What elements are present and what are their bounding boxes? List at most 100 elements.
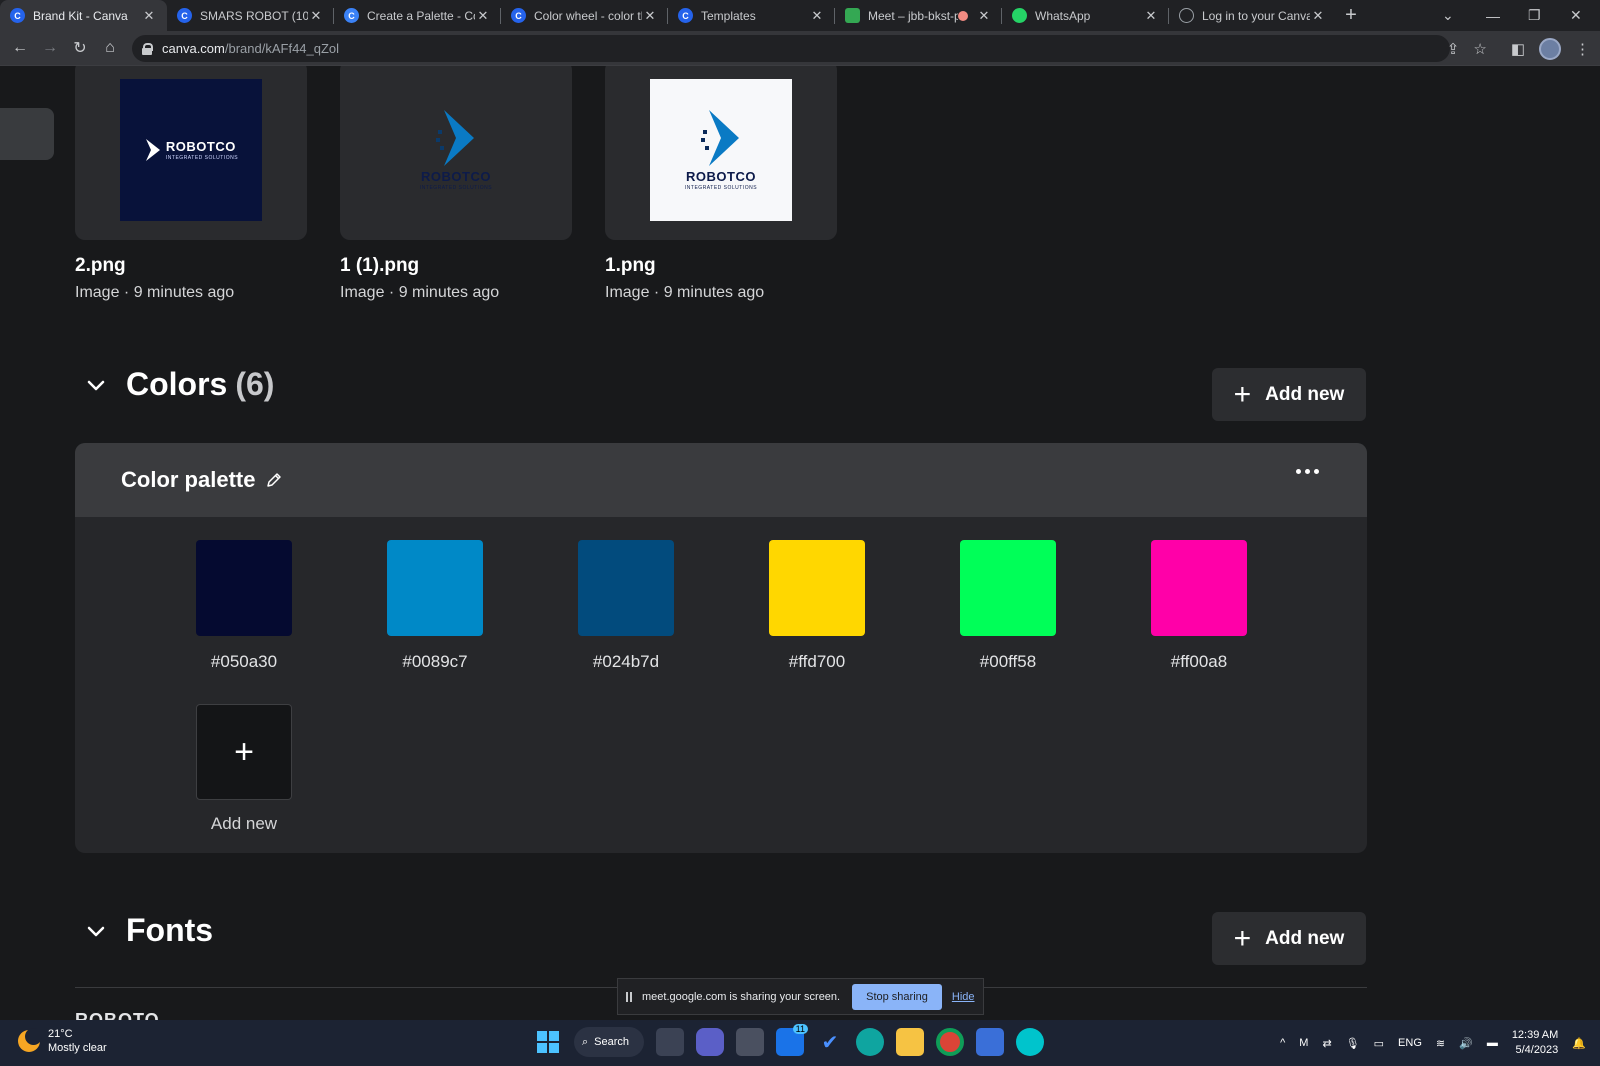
clock-date: 5/4/2023 — [1515, 1044, 1559, 1056]
chevron-down-icon[interactable] — [84, 919, 108, 943]
close-icon[interactable]: ✕ — [141, 8, 157, 24]
browser-toolbar: ← → ↻ ⌂ canva.com/brand/kAFf44_qZol ⇪ ☆ … — [0, 31, 1600, 66]
logo-text: ROBOTCO — [686, 168, 756, 184]
fonts-section-header[interactable]: Fonts — [84, 912, 213, 949]
tab-meet[interactable]: Meet – jbb-bkst-p ✕ — [835, 0, 1002, 31]
close-icon[interactable]: ✕ — [642, 8, 658, 24]
close-icon[interactable]: ✕ — [475, 8, 491, 24]
notification-icon[interactable]: 🔔 — [1572, 1037, 1586, 1050]
logo-thumbnail: ROBOTCO INTEGRATED SOLUTIONS — [385, 79, 527, 221]
asset-name: 1 (1).png — [340, 255, 420, 276]
asset-card[interactable]: ROBOTCO INTEGRATED SOLUTIONS — [75, 66, 307, 240]
colors-section-header[interactable]: Colors (6) — [84, 366, 274, 403]
calculator-icon[interactable] — [736, 1028, 764, 1056]
tab-label: WhatsApp — [1035, 8, 1091, 23]
font-preview[interactable]: ROBOTO — [75, 1010, 160, 1020]
tab-canva-login[interactable]: Log in to your Canva a ✕ — [1169, 0, 1336, 31]
sync-icon[interactable]: ⇄ — [1322, 1037, 1331, 1050]
close-icon[interactable]: ✕ — [976, 8, 992, 24]
palette-title[interactable]: Color palette — [121, 467, 255, 493]
wifi-icon[interactable]: ≋ — [1436, 1037, 1445, 1050]
color-swatch[interactable] — [769, 540, 865, 636]
new-tab-button[interactable]: + — [1336, 0, 1366, 31]
sidebar-collapsed-tab[interactable] — [0, 108, 54, 160]
robotco-chevron-icon — [436, 109, 474, 166]
pencil-icon[interactable] — [265, 471, 283, 489]
window-close-icon[interactable]: ✕ — [1570, 0, 1582, 31]
volume-icon[interactable]: 🔊 — [1459, 1037, 1473, 1050]
add-color-swatch-button[interactable]: + — [196, 704, 292, 800]
whatsapp-icon — [1012, 8, 1027, 23]
close-icon[interactable]: ✕ — [1143, 8, 1159, 24]
close-icon[interactable]: ✕ — [809, 8, 825, 24]
mail-icon[interactable]: 11 — [776, 1024, 808, 1056]
add-color-button[interactable]: + Add new — [1212, 368, 1366, 421]
minimize-icon[interactable]: — — [1486, 0, 1500, 31]
asset-card[interactable]: ROBOTCO INTEGRATED SOLUTIONS — [605, 66, 837, 240]
chevron-up-icon[interactable]: ^ — [1280, 1037, 1285, 1049]
clock[interactable]: 12:39 AM 5/4/2023 — [1512, 1028, 1558, 1058]
chevron-down-icon[interactable] — [84, 373, 108, 397]
asset-meta: Image · 9 minutes ago — [340, 284, 500, 301]
tab-templates[interactable]: C Templates ✕ — [668, 0, 835, 31]
language-indicator[interactable]: ENG — [1398, 1037, 1422, 1049]
palette-header: Color palette — [75, 443, 1367, 517]
more-menu-icon[interactable]: ⋮ — [1575, 40, 1590, 58]
lock-icon — [142, 42, 153, 55]
reload-icon[interactable]: ↻ — [65, 38, 95, 58]
gmail-icon[interactable]: M — [1299, 1037, 1308, 1049]
edge-icon[interactable] — [856, 1028, 884, 1056]
add-new-label: Add new — [1265, 927, 1345, 949]
asset-meta: Image · 9 minutes ago — [75, 284, 235, 301]
todo-icon[interactable]: ✔ — [816, 1028, 844, 1056]
canva-app-icon[interactable] — [1016, 1028, 1044, 1056]
close-icon[interactable]: ✕ — [1310, 8, 1326, 24]
tab-brand-kit[interactable]: C Brand Kit - Canva ✕ — [0, 0, 167, 31]
home-icon[interactable]: ⌂ — [95, 39, 125, 57]
microsoft-store-icon[interactable] — [976, 1028, 1004, 1056]
add-new-label: Add new — [1265, 383, 1345, 405]
side-panel-icon[interactable]: ◧ — [1511, 40, 1525, 58]
microphone-icon[interactable]: 🎙 — [1346, 1037, 1360, 1050]
task-view-icon[interactable] — [656, 1028, 684, 1056]
taskbar-search[interactable]: ⌕ Search — [574, 1027, 644, 1057]
logo-subtext: INTEGRATED SOLUTIONS — [684, 184, 758, 191]
tab-smars-robot[interactable]: C SMARS ROBOT (105 × 8 ✕ — [167, 0, 334, 31]
tab-whatsapp[interactable]: WhatsApp ✕ — [1002, 0, 1169, 31]
teams-chat-icon[interactable] — [696, 1028, 724, 1056]
windows-start-icon[interactable] — [534, 1028, 562, 1056]
color-swatch[interactable] — [578, 540, 674, 636]
logo-thumbnail: ROBOTCO INTEGRATED SOLUTIONS — [120, 79, 262, 221]
file-explorer-icon[interactable] — [896, 1028, 924, 1056]
url-host: canva.com — [162, 41, 225, 56]
share-icon[interactable]: ⇪ — [1447, 40, 1460, 58]
tab-create-palette[interactable]: C Create a Palette - Coo ✕ — [334, 0, 501, 31]
back-icon[interactable]: ← — [5, 39, 35, 57]
hide-link[interactable]: Hide — [952, 991, 975, 1003]
forward-icon[interactable]: → — [35, 39, 65, 57]
battery-icon[interactable]: ▬ — [1487, 1037, 1498, 1049]
more-options-icon[interactable] — [1296, 469, 1319, 474]
stop-sharing-button[interactable]: Stop sharing — [852, 983, 942, 1010]
display-icon[interactable]: ▭ — [1374, 1037, 1384, 1050]
add-font-button[interactable]: + Add new — [1212, 912, 1366, 965]
color-swatch[interactable] — [1151, 540, 1247, 636]
canva-icon: C — [10, 8, 25, 23]
tab-search-icon[interactable]: ⌄ — [1442, 0, 1454, 31]
profile-avatar[interactable] — [1539, 37, 1561, 60]
close-icon[interactable]: ✕ — [308, 8, 324, 24]
canva-icon: C — [511, 8, 526, 23]
plus-icon: + — [234, 732, 254, 771]
color-swatch[interactable] — [196, 540, 292, 636]
asset-card[interactable]: ROBOTCO INTEGRATED SOLUTIONS — [340, 66, 572, 240]
tab-color-wheel[interactable]: C Color wheel - color th ✕ — [501, 0, 668, 31]
restore-icon[interactable]: ❐ — [1528, 0, 1541, 31]
swatch-hex: #ffd700 — [788, 652, 846, 671]
bookmark-star-icon[interactable]: ☆ — [1473, 40, 1486, 58]
mail-badge: 11 — [792, 1024, 808, 1034]
chrome-icon[interactable] — [936, 1028, 964, 1056]
weather-widget[interactable]: 21°C Mostly clear — [18, 1027, 107, 1055]
color-swatch[interactable] — [387, 540, 483, 636]
address-bar[interactable]: canva.com/brand/kAFf44_qZol — [132, 35, 1450, 62]
color-swatch[interactable] — [960, 540, 1056, 636]
